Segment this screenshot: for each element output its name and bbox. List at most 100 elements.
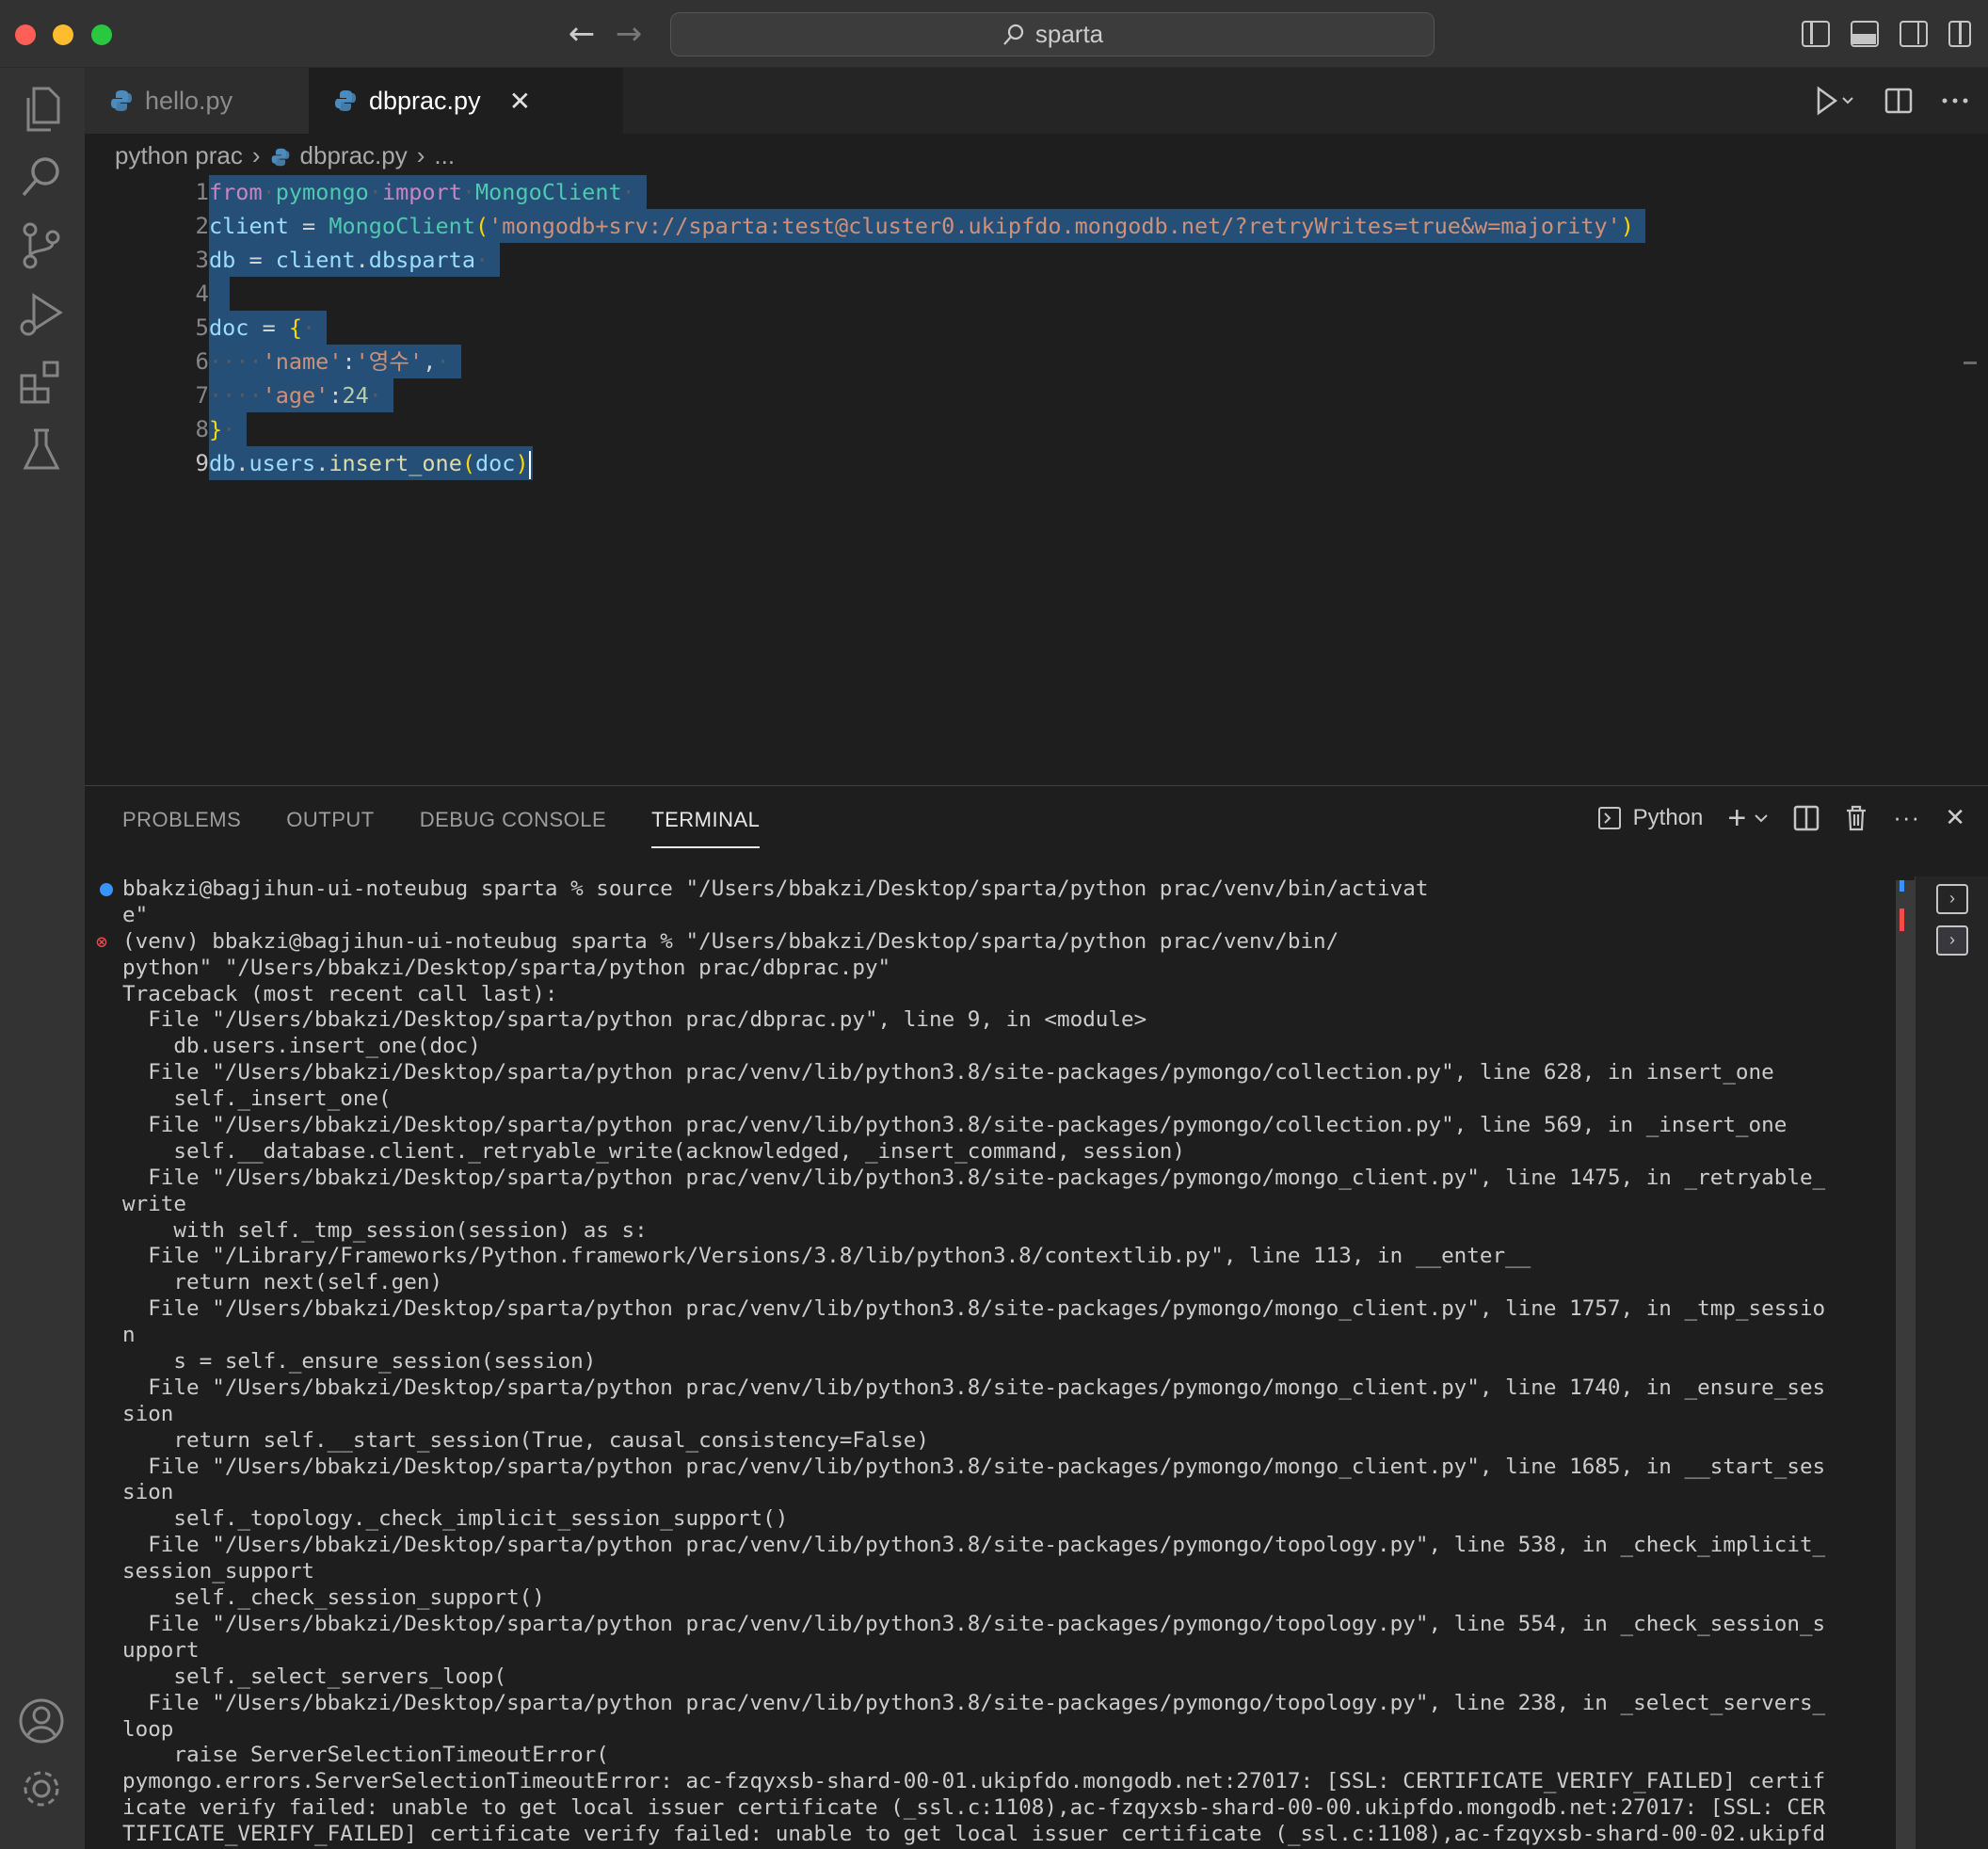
split-terminal-icon[interactable] [1793,805,1820,831]
search-icon[interactable] [13,149,70,205]
line-number: 5 [195,314,209,341]
chevron-right-icon: › [251,140,261,169]
terminal-line: File "/Users/bbakzi/Desktop/sparta/pytho… [122,1296,1826,1322]
explorer-icon[interactable] [13,81,70,137]
tab-hello-py[interactable]: hello.py [85,68,309,134]
code-token: } [209,416,223,442]
code-token: client [275,247,356,273]
more-actions-icon[interactable] [1941,96,1969,105]
terminal-profile[interactable]: Python [1597,805,1703,831]
terminal-line: Traceback (most recent call last): [122,981,558,1006]
python-file-icon [270,145,291,167]
toggle-secondary-sidebar-icon[interactable] [1900,21,1928,47]
toggle-panel-icon[interactable] [1851,21,1879,47]
command-error-decoration-icon[interactable]: ⊗ [96,929,107,956]
code-line: 7 ····'age':24· [85,378,1948,412]
code-line: 1 from·pymongo·import·MongoClient· [85,175,1948,209]
breadcrumb-more[interactable]: ... [434,141,455,170]
back-arrow-icon[interactable]: ← [563,17,601,55]
close-panel-icon[interactable]: ✕ [1945,803,1965,832]
more-actions-icon[interactable]: ··· [1893,803,1920,832]
terminal-line: sion [122,1401,174,1426]
plus-icon: + [1727,799,1747,836]
terminal-list: › › [1915,876,1988,1849]
editor-tab-bar: hello.py dbprac.py ✕ [85,68,1988,134]
tab-terminal[interactable]: TERMINAL [651,805,761,848]
command-success-decoration-icon[interactable] [100,883,113,896]
code-line: 2 client = MongoClient('mongodb+srv://sp… [85,209,1948,243]
terminal-output[interactable]: bbakzi@bagjihun-ui-noteubug sparta % sou… [96,876,1967,1848]
search-icon [1003,24,1023,45]
terminal-line: with self._tmp_session(session) as s: [122,1217,648,1243]
line-number: 2 [195,213,209,239]
code-token: '영수' [355,348,424,375]
toggle-primary-sidebar-icon[interactable] [1802,21,1830,47]
source-control-icon[interactable] [13,217,70,273]
minimize-window-button[interactable] [53,24,73,45]
code-line: 6 ····'name':'영수',· [85,345,1948,378]
close-window-button[interactable] [15,24,36,45]
tab-debug-console[interactable]: DEBUG CONSOLE [420,805,606,848]
chevron-down-icon [1755,813,1768,822]
new-terminal-button[interactable]: + [1727,799,1769,836]
terminal-scrollbar[interactable] [1896,880,1915,1849]
code-token: . [315,450,329,476]
code-token: = [288,213,329,239]
tab-label: dbprac.py [369,86,481,115]
terminal-line: bbakzi@bagjihun-ui-noteubug sparta % sou… [100,876,1967,903]
forward-arrow-icon[interactable]: → [610,17,648,55]
code-token: 'age' [262,382,329,409]
terminal-line: return next(self.gen) [122,1270,443,1295]
run-debug-icon[interactable] [13,286,70,343]
code-token: { [288,314,303,341]
terminal-line: self._check_session_support() [122,1585,545,1611]
text-cursor [528,450,531,479]
code-token: pymongo [275,179,369,205]
code-token: 'name' [262,348,343,375]
terminal-line: File "/Users/bbakzi/Desktop/sparta/pytho… [122,1113,1788,1138]
customize-layout-icon[interactable] [1948,21,1971,47]
close-tab-icon[interactable]: ✕ [509,86,531,117]
terminal-line: File "/Users/bbakzi/Desktop/sparta/pytho… [122,1007,1147,1033]
code-token: insert_one [329,450,462,476]
code-token: = [235,247,276,273]
terminal-line: s = self._ensure_session(session) [122,1349,597,1375]
code-token: = [248,314,289,341]
line-number: 8 [195,416,209,442]
terminal-line: File "/Users/bbakzi/Desktop/sparta/pytho… [122,1611,1826,1636]
settings-gear-icon[interactable] [13,1761,70,1817]
terminal-instance-icon[interactable]: › [1936,925,1968,956]
trash-icon[interactable] [1844,804,1868,832]
command-center-search[interactable]: sparta [670,12,1435,56]
code-token: doc [475,450,516,476]
extensions-icon[interactable] [13,354,70,410]
terminal-instance-icon[interactable]: › [1936,884,1968,914]
tab-dbprac-py[interactable]: dbprac.py ✕ [309,68,623,134]
terminal-line: File "/Users/bbakzi/Desktop/sparta/pytho… [122,1165,1826,1190]
breadcrumb-folder[interactable]: python prac [115,141,243,170]
testing-icon[interactable] [13,422,70,478]
tab-problems[interactable]: PROBLEMS [122,805,241,848]
code-token: dbsparta [368,247,475,273]
maximize-window-button[interactable] [91,24,112,45]
terminal-line: File "/Users/bbakzi/Desktop/sparta/pytho… [122,1690,1826,1715]
breadcrumb: python prac › dbprac.py › ... [115,139,455,171]
panel-tabs: PROBLEMS OUTPUT DEBUG CONSOLE TERMINAL [122,805,761,848]
code-token: 'mongodb+srv://sparta:test@cluster0.ukip… [489,213,1621,239]
line-number: 6 [195,348,209,375]
code-line: 9 db.users.insert_one(doc) [85,446,1948,480]
code-editor[interactable]: 1 from·pymongo·import·MongoClient· 2 cli… [85,175,1977,783]
tab-output[interactable]: OUTPUT [286,805,374,848]
code-token: : [329,382,343,409]
split-editor-icon[interactable] [1884,88,1913,114]
line-number: 4 [195,281,209,307]
account-icon[interactable] [13,1693,70,1749]
code-token: ···· [209,348,263,375]
editor-actions [1815,85,1969,117]
run-icon[interactable] [1815,85,1856,117]
code-token: 24 [342,382,369,409]
tab-label: hello.py [145,86,233,115]
breadcrumb-file[interactable]: dbprac.py [300,141,408,170]
terminal-line: pymongo.errors.ServerSelectionTimeoutErr… [122,1769,1826,1794]
terminal-line: self._select_servers_loop( [122,1664,507,1689]
